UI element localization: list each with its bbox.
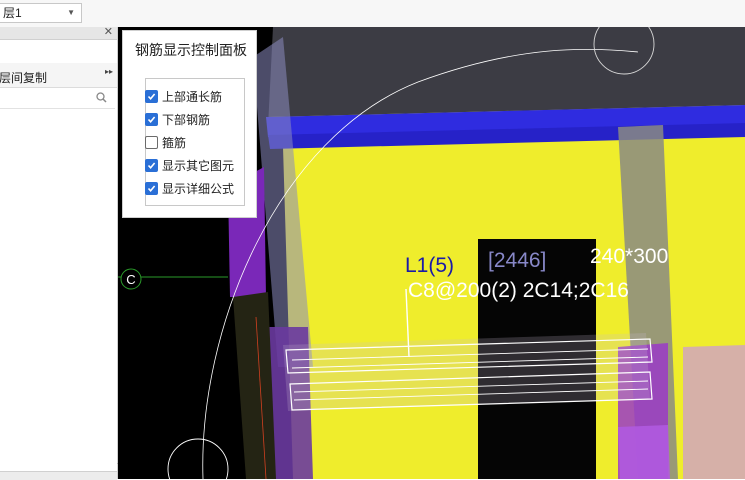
checkbox-bottom-rebar[interactable] bbox=[145, 112, 158, 126]
floor-select[interactable]: 层1 ▼ bbox=[0, 3, 82, 23]
check-icon bbox=[147, 115, 156, 123]
option-label: 上部通长筋 bbox=[162, 89, 223, 104]
rebar-panel-title: 钢筋显示控制面板 bbox=[135, 42, 247, 58]
checkbox-show-other-elements[interactable] bbox=[145, 158, 158, 172]
check-icon bbox=[147, 161, 156, 169]
tab-floor-copy-label: 层间复制 bbox=[0, 71, 48, 85]
checkbox-show-detail-formula[interactable] bbox=[145, 181, 158, 195]
purple-column-right-lower bbox=[618, 425, 670, 479]
pink-column-right bbox=[683, 345, 745, 479]
check-icon bbox=[147, 92, 156, 100]
checkbox-stirrup[interactable] bbox=[145, 135, 158, 149]
beam-length-label: [2446] bbox=[488, 249, 546, 272]
left-panel-header: ✕ bbox=[0, 25, 117, 40]
beam-name-label: L1(5) bbox=[405, 254, 454, 277]
axis-label-c: C bbox=[126, 272, 135, 287]
checkbox-top-continuous-rebar[interactable] bbox=[145, 89, 158, 103]
search-input[interactable] bbox=[0, 88, 115, 109]
check-icon bbox=[147, 184, 156, 192]
beam-section-label: 240*300 bbox=[590, 245, 668, 268]
tab-floor-copy[interactable]: 层间复制 ▸▸ bbox=[0, 63, 117, 88]
chevron-down-icon: ▼ bbox=[67, 8, 75, 17]
option-stirrup[interactable]: 箍筋 bbox=[145, 133, 186, 151]
option-show-other-elements[interactable]: 显示其它图元 bbox=[145, 156, 234, 174]
top-toolbar: 层1 ▼ bbox=[0, 0, 745, 28]
option-bottom-rebar[interactable]: 下部钢筋 bbox=[145, 110, 210, 128]
more-tabs-icon[interactable]: ▸▸ bbox=[105, 67, 113, 76]
option-label: 显示详细公式 bbox=[162, 181, 235, 196]
close-icon[interactable]: ✕ bbox=[104, 25, 113, 38]
option-label: 显示其它图元 bbox=[162, 158, 235, 173]
beam-rebar-label: C8@200(2) 2C14;2C16 bbox=[408, 279, 629, 302]
option-show-detail-formula[interactable]: 显示详细公式 bbox=[145, 179, 234, 197]
option-top-continuous-rebar[interactable]: 上部通长筋 bbox=[145, 87, 222, 105]
option-label: 箍筋 bbox=[162, 135, 187, 150]
option-label: 下部钢筋 bbox=[162, 112, 211, 127]
search-icon[interactable] bbox=[96, 92, 107, 106]
left-panel: ✕ 层间复制 ▸▸ bbox=[0, 25, 118, 480]
floor-select-value: 层1 bbox=[3, 6, 22, 20]
